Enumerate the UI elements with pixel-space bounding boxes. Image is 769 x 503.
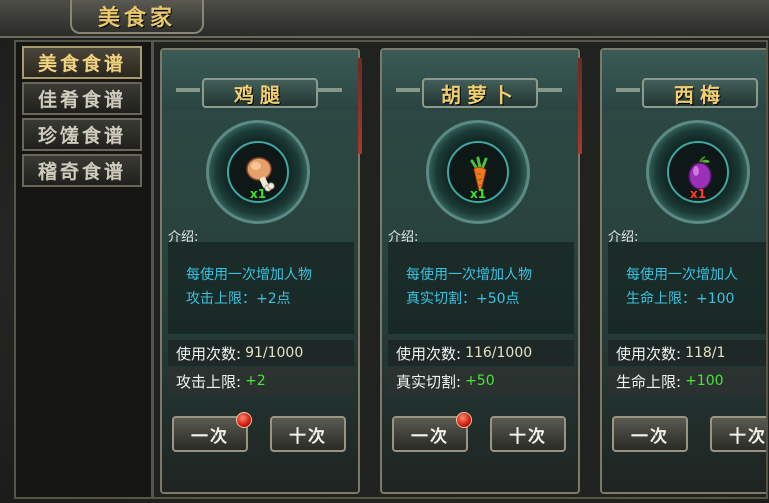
usage-count-value: 118/1 <box>685 345 726 361</box>
plate-ornament <box>538 88 562 92</box>
notice-dot-icon <box>236 412 252 428</box>
usage-count-row: 使用次数: 118/1 <box>608 340 766 366</box>
button-label: 一次 <box>631 426 669 447</box>
red-tassel <box>358 58 362 154</box>
use-ten-button[interactable]: 十次 <box>270 416 346 452</box>
stat-bonus-row: 真实切割: +50 <box>388 368 574 394</box>
window-title: 美食家 <box>97 5 176 31</box>
food-name: 胡萝卜 <box>441 82 519 107</box>
tab-label: 珍馐食谱 <box>37 125 126 147</box>
description-line-2: 攻击上限：+2点 <box>186 291 291 307</box>
food-name: 西梅 <box>674 82 726 107</box>
food-slot[interactable]: x1 <box>447 141 509 203</box>
usage-count-row: 使用次数: 116/1000 <box>388 340 574 366</box>
recipe-card-plum: 西梅 x1 介绍: 每使用一次增加人 生命上限：+100 使用次数: 118/1… <box>600 48 767 494</box>
button-label: 十次 <box>729 426 767 447</box>
food-medallion: x1 <box>646 120 750 224</box>
food-medallion: x1 <box>426 120 530 224</box>
description-line-2: 生命上限：+100 <box>626 291 735 307</box>
tab-gourmet-recipes[interactable]: 美食食谱 <box>22 46 142 79</box>
plate-ornament <box>616 88 640 92</box>
use-once-button[interactable]: 一次 <box>612 416 688 452</box>
recipe-category-sidebar: 美食食谱 佳肴食谱 珍馐食谱 稽奇食谱 <box>14 40 153 499</box>
usage-count-value: 91/1000 <box>245 345 304 361</box>
food-name-plate: 西梅 <box>642 78 758 108</box>
food-quantity: x1 <box>689 187 707 201</box>
usage-count-row: 使用次数: 91/1000 <box>168 340 354 366</box>
notice-dot-icon <box>456 412 472 428</box>
stat-bonus-label: 生命上限: <box>616 372 682 391</box>
recipe-card-carrot: 胡萝卜 x1 介绍: 每使用一次增加人物 真实切割：+50点 使用次数: 116… <box>380 48 582 494</box>
stat-bonus-row: 攻击上限: +2 <box>168 368 354 394</box>
food-quantity: x1 <box>249 187 267 201</box>
description-line-1: 每使用一次增加人 <box>626 267 738 283</box>
recipe-cards-panel: 鸡腿 x1 介绍: 每使用一次增加人物 攻击上限：+2点 使用次数: 91/10… <box>152 40 768 499</box>
use-once-button[interactable]: 一次 <box>392 412 472 452</box>
description-line-1: 每使用一次增加人物 <box>406 267 532 283</box>
use-once-button[interactable]: 一次 <box>172 412 252 452</box>
use-ten-button[interactable]: 十次 <box>710 416 767 452</box>
food-name: 鸡腿 <box>234 82 286 107</box>
usage-count-label: 使用次数: <box>176 344 242 363</box>
title-bar: 美食家 <box>0 0 769 38</box>
game-window: 美食家 美食食谱 佳肴食谱 珍馐食谱 稽奇食谱 鸡腿 x1 介绍: 每使用一次增… <box>0 0 769 503</box>
usage-count-value: 116/1000 <box>465 345 533 361</box>
description-line-1: 每使用一次增加人物 <box>186 267 312 283</box>
food-name-plate: 胡萝卜 <box>422 78 538 108</box>
plate-ornament <box>318 88 342 92</box>
tab-delicacy-recipes[interactable]: 佳肴食谱 <box>22 82 142 115</box>
food-medallion: x1 <box>206 120 310 224</box>
plate-ornament <box>176 88 200 92</box>
usage-count-label: 使用次数: <box>616 344 682 363</box>
button-label: 一次 <box>411 426 449 447</box>
usage-count-label: 使用次数: <box>396 344 462 363</box>
tab-rare-recipes[interactable]: 稽奇食谱 <box>22 154 142 187</box>
stat-bonus-label: 攻击上限: <box>176 372 242 391</box>
tab-label: 稽奇食谱 <box>37 161 126 183</box>
description-line-2: 真实切割：+50点 <box>406 291 520 307</box>
red-tassel <box>578 58 582 154</box>
button-label: 十次 <box>289 426 327 447</box>
button-label: 十次 <box>509 426 547 447</box>
stat-bonus-value: +2 <box>245 373 266 389</box>
food-slot[interactable]: x1 <box>667 141 729 203</box>
stat-bonus-label: 真实切割: <box>396 372 462 391</box>
stat-bonus-row: 生命上限: +100 <box>608 368 766 394</box>
stat-bonus-value: +50 <box>465 373 495 389</box>
recipe-card-chicken-leg: 鸡腿 x1 介绍: 每使用一次增加人物 攻击上限：+2点 使用次数: 91/10… <box>160 48 362 494</box>
window-title-plate: 美食家 <box>70 0 204 34</box>
tab-label: 美食食谱 <box>37 53 126 75</box>
food-name-plate: 鸡腿 <box>202 78 318 108</box>
tab-treasure-recipes[interactable]: 珍馐食谱 <box>22 118 142 151</box>
use-ten-button[interactable]: 十次 <box>490 416 566 452</box>
food-slot[interactable]: x1 <box>227 141 289 203</box>
plate-ornament <box>396 88 420 92</box>
button-label: 一次 <box>191 426 229 447</box>
stat-bonus-value: +100 <box>685 373 724 389</box>
tab-label: 佳肴食谱 <box>37 89 126 111</box>
food-quantity: x1 <box>469 187 487 201</box>
